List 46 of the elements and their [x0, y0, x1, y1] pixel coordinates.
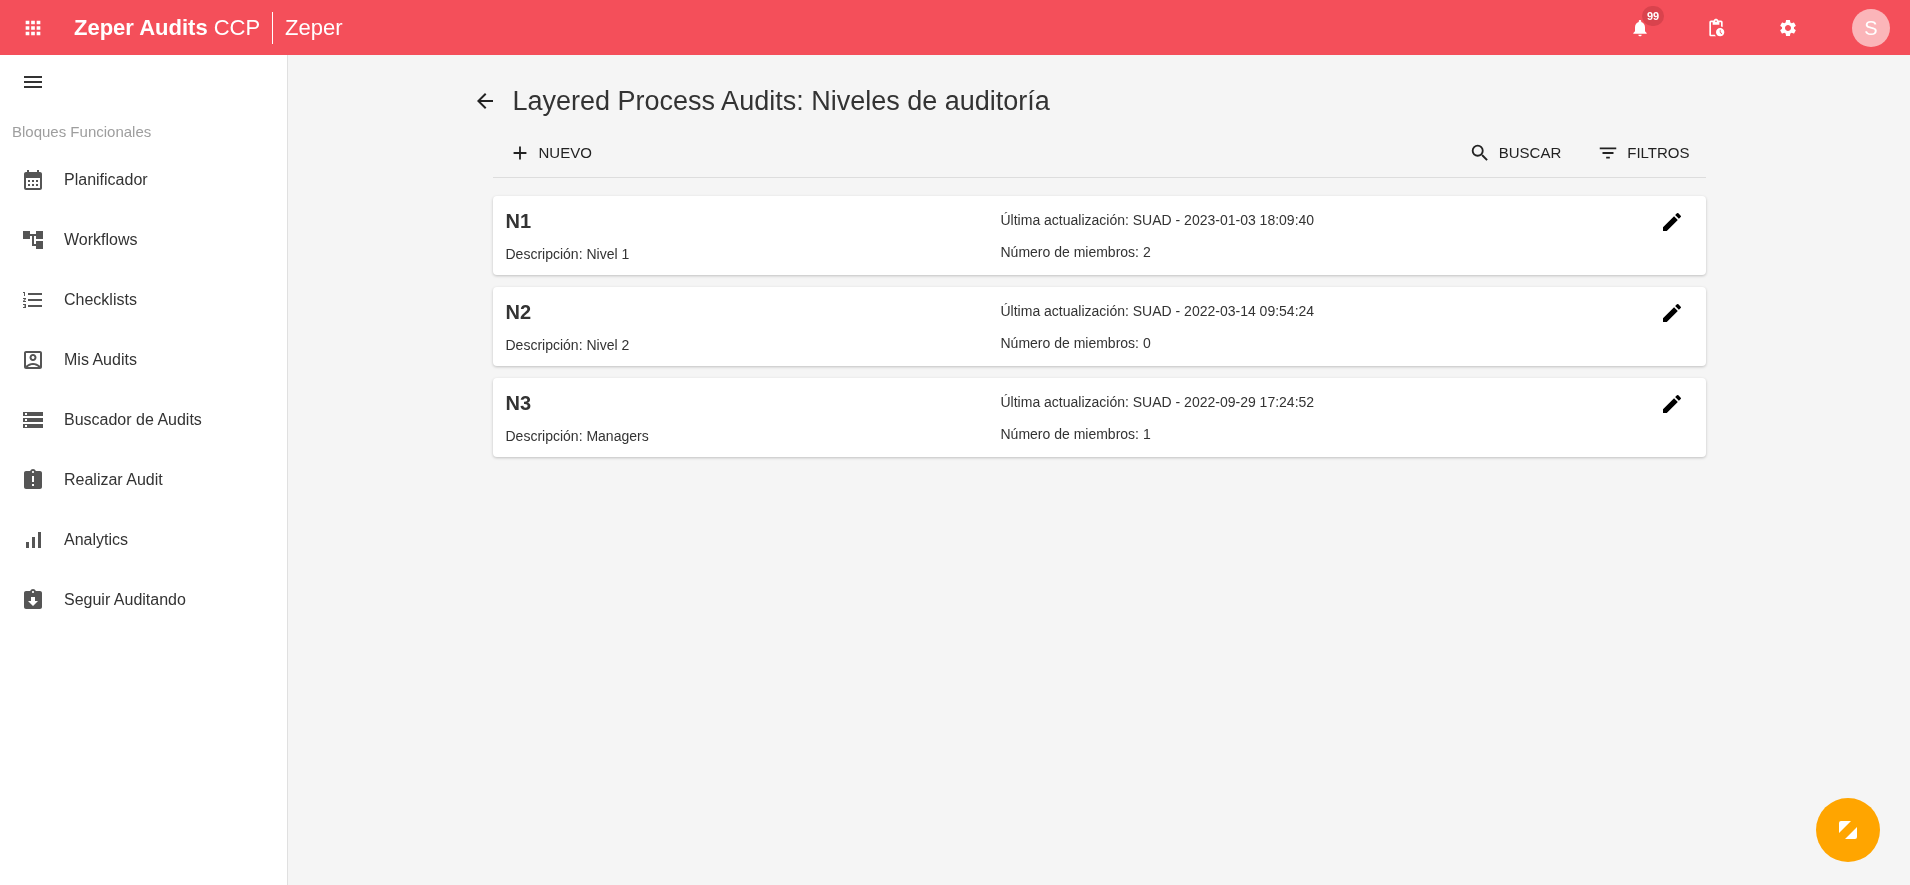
settings-icon[interactable] — [1778, 17, 1798, 38]
sidebar-item-label: Seguir Auditando — [64, 589, 186, 610]
company-name: Zeper — [285, 14, 343, 42]
level-name: N2 — [505, 299, 533, 325]
sidebar-item-label: Buscador de Audits — [64, 409, 202, 430]
sidebar-item[interactable]: Planificador — [0, 149, 287, 210]
page-title: Layered Process Audits: Niveles de auditoría — [512, 85, 1050, 118]
level-name: N3 — [505, 390, 533, 416]
member-count: Número de miembros: 0 — [1000, 333, 1152, 353]
sidebar-item[interactable]: Checklists — [0, 269, 287, 330]
clipboard-download-icon — [21, 587, 45, 612]
sidebar-item-label: Realizar Audit — [64, 469, 163, 490]
notification-badge: 99 — [1642, 5, 1665, 26]
last-updated: Última actualización: SUAD - 2023-01-03 18:09:40 — [1000, 210, 1316, 230]
level-description: Descripción: Managers — [505, 426, 650, 446]
level-description: Descripción: Nivel 1 — [505, 244, 631, 264]
sidebar-item-label: Analytics — [64, 529, 129, 550]
sidebar-item[interactable]: Seguir Auditando — [0, 569, 287, 630]
new-button[interactable]: NUEVO — [508, 141, 592, 165]
level-card[interactable]: N1 Descripción: Nivel 1 Última actualización: SUAD - 2023-01-03 18:09:40 Número de miembros: 2 — [492, 195, 1706, 275]
sidebar-item-label: Checklists — [64, 289, 137, 310]
app-brand-suffix: CCP — [213, 14, 261, 42]
sidebar-item-label: Planificador — [64, 169, 148, 190]
square-slash-icon — [1839, 821, 1857, 839]
member-count: Número de miembros: 2 — [1000, 242, 1152, 262]
member-count: Número de miembros: 1 — [1000, 424, 1152, 444]
sidebar-item-label: Workflows — [64, 229, 138, 250]
search-button[interactable]: BUSCAR — [1468, 141, 1562, 165]
app-brand: Zeper Audits — [74, 14, 208, 42]
clipboard-clock-icon[interactable] — [1706, 17, 1726, 38]
calendar-icon — [21, 167, 45, 192]
filters-button[interactable]: FILTROS — [1597, 141, 1690, 165]
sidebar-item[interactable]: Workflows — [0, 209, 287, 270]
sidebar-item[interactable]: Realizar Audit — [0, 449, 287, 510]
sidebar-item[interactable]: Buscador de Audits — [0, 389, 287, 450]
clipboard-alert-icon — [21, 467, 45, 492]
last-updated: Última actualización: SUAD - 2022-09-29 17:24:52 — [1000, 392, 1316, 412]
level-name: N1 — [505, 208, 533, 234]
level-card[interactable]: N3 Descripción: Managers Última actualización: SUAD - 2022-09-29 17:24:52 Número de miembros: 1 — [492, 377, 1706, 457]
sidebar-section-title: Bloques Funcionales — [12, 122, 153, 142]
sidebar-item[interactable]: Analytics — [0, 509, 287, 570]
sidebar-item-label: Mis Audits — [64, 349, 137, 370]
sidebar-item[interactable]: Mis Audits — [0, 329, 287, 390]
level-card[interactable]: N2 Descripción: Nivel 2 Última actualización: SUAD - 2022-03-14 09:54:24 Número de miembros: 0 — [492, 286, 1706, 366]
level-description: Descripción: Nivel 2 — [505, 335, 631, 355]
last-updated: Última actualización: SUAD - 2022-03-14 09:54:24 — [1000, 301, 1316, 321]
